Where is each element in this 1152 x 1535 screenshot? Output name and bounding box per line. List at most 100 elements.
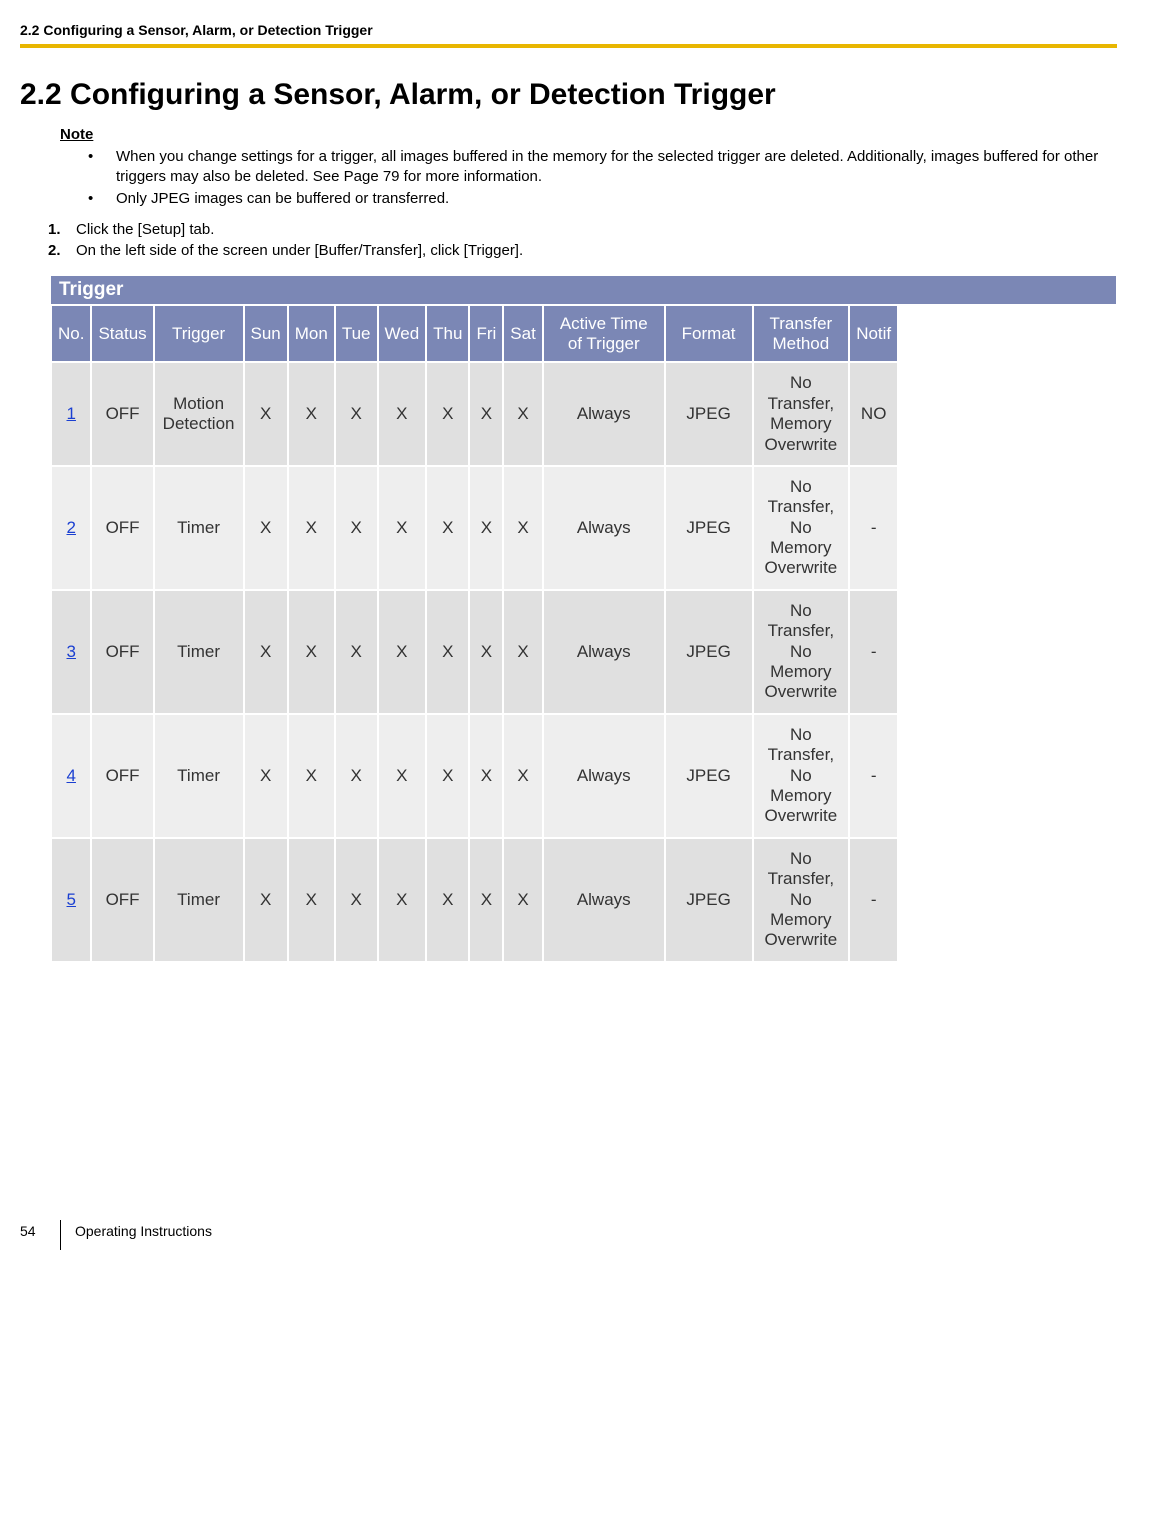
table-cell: OFF: [92, 839, 152, 961]
table-cell: X: [245, 591, 287, 713]
table-cell: X: [504, 363, 542, 465]
col-status: Status: [92, 306, 152, 361]
table-cell: X: [379, 839, 426, 961]
note-item: Only JPEG images can be buffered or tran…: [88, 189, 1117, 209]
table-cell: NoTransfer,NoMemoryOverwrite: [754, 467, 849, 589]
table-cell: 2: [52, 467, 90, 589]
col-notify: Notif: [850, 306, 897, 361]
table-cell: OFF: [92, 715, 152, 837]
col-fri: Fri: [470, 306, 502, 361]
table-cell: X: [289, 715, 334, 837]
table-cell: X: [245, 839, 287, 961]
table-cell: X: [245, 363, 287, 465]
table-cell: OFF: [92, 467, 152, 589]
table-cell: X: [336, 839, 377, 961]
table-cell: X: [470, 715, 502, 837]
note-label: Note: [60, 126, 1117, 143]
table-cell: JPEG: [666, 591, 752, 713]
table-cell: X: [470, 363, 502, 465]
trigger-link[interactable]: 4: [67, 766, 76, 785]
table-cell: X: [504, 839, 542, 961]
table-cell: 5: [52, 839, 90, 961]
col-no: No.: [52, 306, 90, 361]
table-header-row: No. Status Trigger Sun Mon Tue Wed Thu F…: [52, 306, 897, 361]
table-cell: X: [245, 715, 287, 837]
table-cell: X: [427, 591, 468, 713]
page-footer: 54 Operating Instructions: [20, 1223, 1117, 1247]
table-cell: MotionDetection: [155, 363, 243, 465]
step-item: Click the [Setup] tab.: [48, 219, 1117, 240]
table-cell: JPEG: [666, 715, 752, 837]
page-number: 54: [20, 1223, 36, 1239]
table-cell: X: [379, 467, 426, 589]
trigger-link[interactable]: 2: [67, 518, 76, 537]
footer-label: Operating Instructions: [75, 1223, 212, 1239]
table-cell: X: [504, 467, 542, 589]
table-cell: X: [336, 591, 377, 713]
table-cell: X: [504, 591, 542, 713]
trigger-screenshot: Trigger No. Status Trigger Sun Mon Tue W…: [50, 275, 1117, 962]
table-cell: OFF: [92, 591, 152, 713]
table-cell: Always: [544, 715, 664, 837]
table-cell: X: [336, 715, 377, 837]
table-cell: X: [245, 467, 287, 589]
table-cell: 3: [52, 591, 90, 713]
header-rule: [20, 44, 1117, 48]
col-tue: Tue: [336, 306, 377, 361]
table-cell: JPEG: [666, 839, 752, 961]
table-cell: X: [427, 839, 468, 961]
table-cell: JPEG: [666, 363, 752, 465]
table-cell: Always: [544, 467, 664, 589]
table-cell: X: [504, 715, 542, 837]
table-row: 5OFFTimerXXXXXXXAlwaysJPEGNoTransfer,NoM…: [52, 839, 897, 961]
table-cell: Always: [544, 839, 664, 961]
col-active: Active Timeof Trigger: [544, 306, 664, 361]
table-cell: X: [379, 715, 426, 837]
table-cell: X: [427, 467, 468, 589]
table-row: 1OFFMotionDetectionXXXXXXXAlwaysJPEGNoTr…: [52, 363, 897, 465]
steps-list: Click the [Setup] tab. On the left side …: [20, 219, 1117, 261]
col-sat: Sat: [504, 306, 542, 361]
col-thu: Thu: [427, 306, 468, 361]
table-cell: X: [379, 363, 426, 465]
table-cell: Always: [544, 591, 664, 713]
trigger-link[interactable]: 1: [67, 404, 76, 423]
trigger-link[interactable]: 5: [67, 890, 76, 909]
table-cell: X: [427, 715, 468, 837]
table-cell: X: [470, 839, 502, 961]
table-cell: Always: [544, 363, 664, 465]
table-row: 4OFFTimerXXXXXXXAlwaysJPEGNoTransfer,NoM…: [52, 715, 897, 837]
table-caption: Trigger: [50, 275, 1117, 304]
table-cell: X: [289, 467, 334, 589]
col-format: Format: [666, 306, 752, 361]
table-cell: OFF: [92, 363, 152, 465]
trigger-table: No. Status Trigger Sun Mon Tue Wed Thu F…: [50, 304, 899, 962]
note-list: When you change settings for a trigger, …: [60, 147, 1117, 210]
table-cell: X: [289, 591, 334, 713]
footer-separator: [60, 1220, 61, 1250]
table-cell: -: [850, 715, 897, 837]
table-cell: NO: [850, 363, 897, 465]
col-mon: Mon: [289, 306, 334, 361]
table-cell: NoTransfer,NoMemoryOverwrite: [754, 839, 849, 961]
table-cell: X: [470, 591, 502, 713]
table-cell: X: [336, 363, 377, 465]
table-cell: NoTransfer,NoMemoryOverwrite: [754, 591, 849, 713]
table-cell: NoTransfer,MemoryOverwrite: [754, 363, 849, 465]
table-cell: -: [850, 467, 897, 589]
trigger-link[interactable]: 3: [67, 642, 76, 661]
col-sun: Sun: [245, 306, 287, 361]
table-row: 3OFFTimerXXXXXXXAlwaysJPEGNoTransfer,NoM…: [52, 591, 897, 713]
table-cell: X: [336, 467, 377, 589]
table-cell: Timer: [155, 591, 243, 713]
table-cell: X: [289, 839, 334, 961]
running-header: 2.2 Configuring a Sensor, Alarm, or Dete…: [20, 22, 1117, 44]
table-cell: X: [427, 363, 468, 465]
note-item: When you change settings for a trigger, …: [88, 147, 1117, 188]
table-cell: -: [850, 591, 897, 713]
section-title: 2.2 Configuring a Sensor, Alarm, or Dete…: [20, 76, 1117, 114]
col-transfer: TransferMethod: [754, 306, 849, 361]
col-wed: Wed: [379, 306, 426, 361]
table-cell: 4: [52, 715, 90, 837]
col-trigger: Trigger: [155, 306, 243, 361]
